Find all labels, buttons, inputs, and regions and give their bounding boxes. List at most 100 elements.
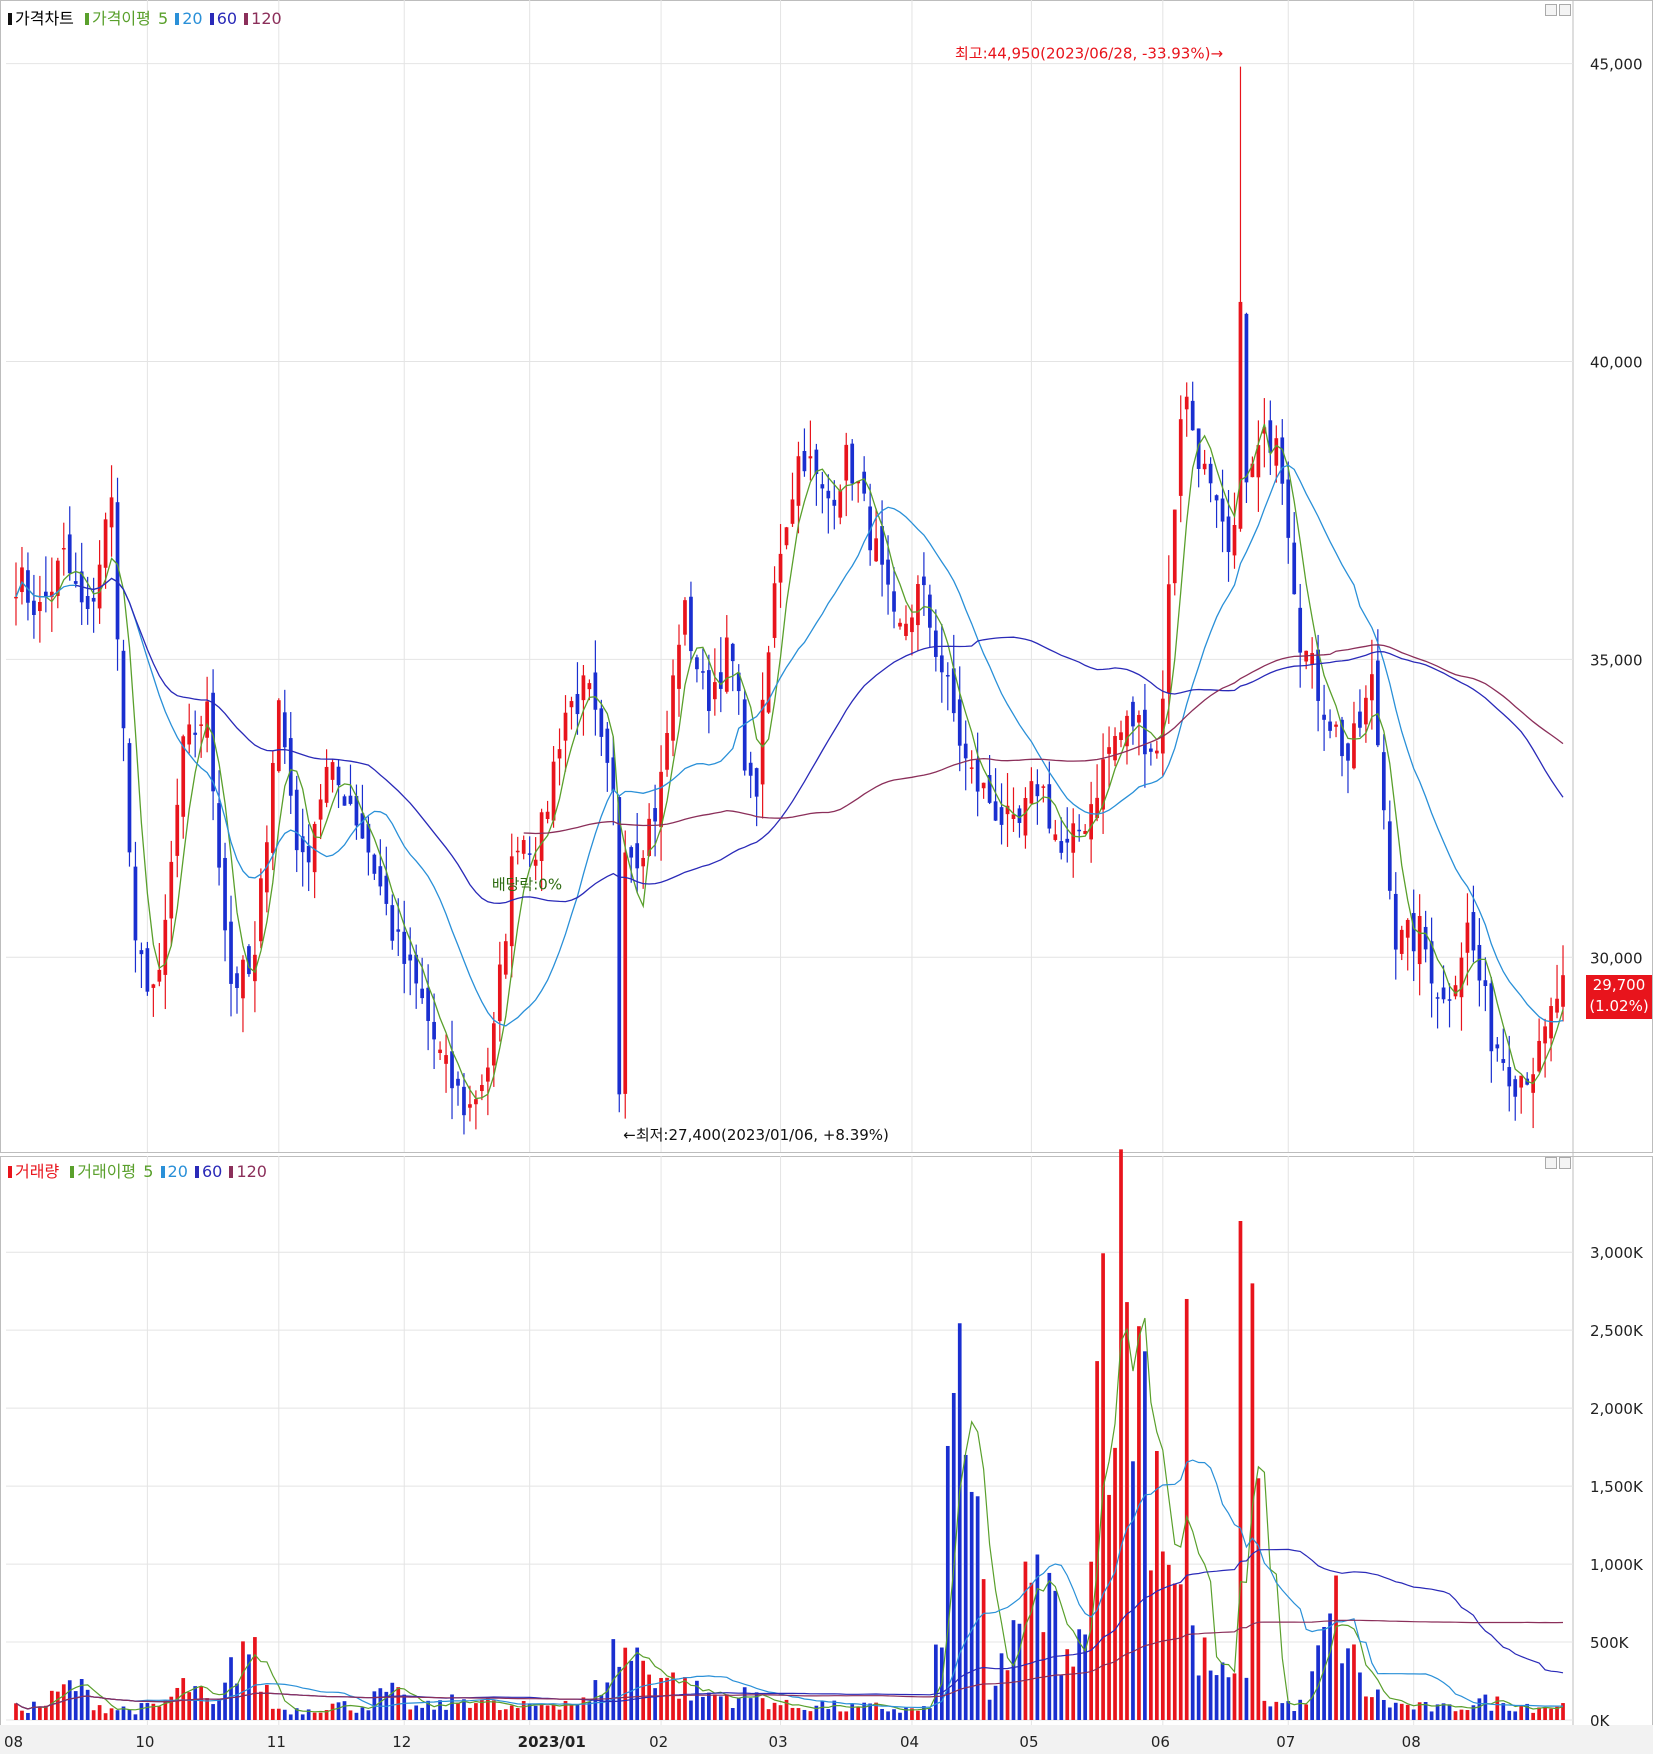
volume-bar-up (270, 1708, 275, 1720)
volume-bar-down (1513, 1711, 1518, 1720)
candle-down (718, 672, 723, 689)
volume-ma-5: 5 (143, 1162, 154, 1181)
candle-up (318, 799, 323, 820)
volume-bar-down (1429, 1711, 1434, 1720)
volume-legend[interactable]: 거래량 거래이평 5 20 60 120 (8, 1158, 269, 1182)
volume-bar-down (235, 1683, 239, 1720)
price-legend[interactable]: 가격차트 가격이평 5 20 60 120 (8, 5, 284, 29)
candle-down (993, 801, 998, 821)
candle-up (760, 699, 765, 785)
volume-bar-up (181, 1678, 186, 1720)
candle-up (1202, 463, 1207, 470)
candle-up (910, 617, 914, 633)
price-y-tick-label: 40,000 (1590, 354, 1643, 372)
candle-up (175, 804, 180, 856)
candle-down (820, 484, 825, 489)
volume-bar-up (665, 1677, 669, 1720)
volume-bar-up (1364, 1696, 1368, 1720)
x-tick-label: 10 (135, 1733, 154, 1751)
volume-bar-down (336, 1702, 341, 1720)
candle-up (563, 712, 568, 741)
candle-down (1447, 999, 1452, 1001)
volume-bar-up (1543, 1707, 1547, 1720)
volume-bar-down (1483, 1694, 1488, 1720)
candle-down (432, 1021, 436, 1040)
volume-bar-up (1334, 1575, 1338, 1720)
volume-bar-up (683, 1677, 687, 1720)
volume-bar-up (253, 1637, 257, 1720)
volume-bar-down (32, 1701, 36, 1720)
candle-down (933, 630, 938, 657)
candle-down (223, 857, 227, 931)
x-tick-label: 08 (1402, 1733, 1421, 1751)
volume-bar-up (539, 1704, 544, 1720)
candle-down (730, 643, 735, 662)
x-tick-label: 07 (1276, 1733, 1295, 1751)
x-tick-label: 05 (1019, 1733, 1038, 1751)
candle-up (205, 701, 209, 738)
candle-down (462, 1086, 466, 1116)
candle-down (247, 946, 251, 975)
candle-up (324, 766, 329, 803)
candle-down (1471, 912, 1476, 951)
volume-y-tick-label: 1,000K (1590, 1556, 1644, 1574)
close-icon[interactable] (1559, 4, 1571, 16)
candle-down (1501, 1059, 1506, 1063)
candle-down (139, 950, 144, 955)
candle-down (1017, 808, 1022, 823)
candle-up (1071, 823, 1076, 853)
volume-bar-down (67, 1680, 72, 1720)
volume-bar-up (109, 1708, 114, 1720)
x-tick-label: 2023/01 (518, 1733, 586, 1751)
candle-up (1029, 781, 1034, 804)
volume-bar-up (1495, 1696, 1500, 1720)
volume-y-tick-label: 500K (1590, 1634, 1630, 1652)
volume-bar-down (689, 1700, 693, 1720)
price-ma-label: 가격이평 (91, 9, 151, 28)
volume-bar-up (766, 1709, 771, 1720)
volume-bar-down (987, 1699, 992, 1720)
low-annotation: ←최저:27,400(2023/01/06, +8.39%) (623, 1126, 889, 1144)
candle-up (503, 941, 508, 975)
volume-bar-down (575, 1704, 580, 1720)
minimize-icon[interactable] (1545, 1157, 1557, 1169)
volume-bar-down (414, 1705, 419, 1720)
volume-bar-down (1280, 1703, 1285, 1720)
candle-down (617, 797, 622, 1095)
candle-up (1399, 929, 1404, 954)
volume-bar-down (1411, 1709, 1416, 1720)
candle-down (91, 597, 96, 602)
candle-down (1393, 893, 1398, 950)
volume-bar-up (1256, 1478, 1261, 1720)
chart-canvas: 08 10 11 12 2023/01 02 03 04 05 06 07 08 45,000 40,00… (0, 0, 1653, 1754)
candle-down (975, 759, 980, 792)
minimize-icon[interactable] (1545, 4, 1557, 16)
volume-bar-up (515, 1708, 520, 1720)
price-legend-label: 가격차트 (15, 9, 74, 28)
volume-bar-down (438, 1700, 442, 1720)
candle-down (294, 789, 299, 851)
volume-bar-down (1375, 1689, 1380, 1720)
candle-up (1119, 732, 1123, 740)
candle-down (826, 490, 831, 499)
close-icon[interactable] (1559, 1157, 1571, 1169)
candle-down (1346, 743, 1350, 761)
price-ma-120: 120 (251, 9, 282, 28)
volume-bar-down (1190, 1625, 1195, 1720)
volume-bar-down (115, 1710, 120, 1720)
volume-bar-down (1346, 1648, 1350, 1720)
candle-down (754, 768, 759, 797)
volume-bar-up (1549, 1708, 1553, 1720)
candle-up (444, 1055, 448, 1064)
candle-up (468, 1104, 472, 1108)
volume-bar-down (1292, 1711, 1297, 1720)
volume-bar-down (133, 1714, 138, 1720)
candle-up (1537, 1040, 1541, 1072)
volume-bar-down (1340, 1663, 1344, 1720)
candle-down (1065, 838, 1070, 843)
candle-up (671, 675, 675, 741)
candle-down (999, 807, 1004, 825)
candle-up (916, 584, 920, 626)
volume-bar-down (217, 1698, 221, 1720)
candle-up (981, 782, 986, 789)
